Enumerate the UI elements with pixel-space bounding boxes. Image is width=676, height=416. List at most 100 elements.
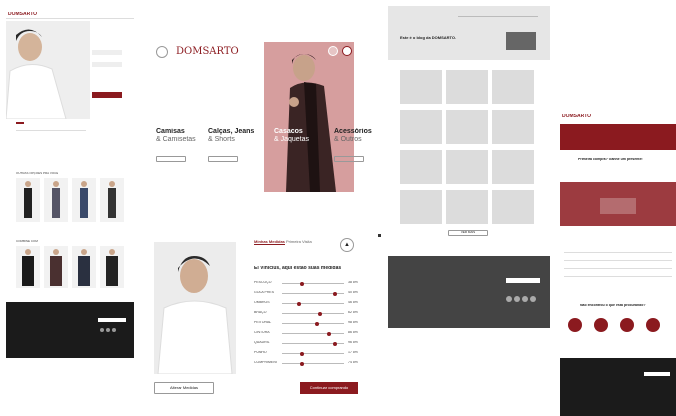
- blog-post-thumbnail[interactable]: [400, 110, 442, 144]
- blog-post-thumbnail[interactable]: [492, 150, 534, 184]
- tab-my-measures[interactable]: Minhas Medidas: [254, 240, 285, 246]
- social-icon[interactable]: [522, 296, 528, 302]
- accordion-row[interactable]: [564, 276, 672, 277]
- measure-photo[interactable]: [154, 242, 236, 375]
- menu-circle-icon[interactable]: [156, 46, 168, 58]
- product-model-image: [72, 178, 96, 222]
- profile-icon[interactable]: ▲: [340, 238, 354, 252]
- product-card[interactable]: [72, 178, 96, 222]
- measurement-value: 38 cm: [348, 281, 358, 284]
- search-icon[interactable]: [342, 46, 352, 56]
- social-icon[interactable]: [514, 296, 520, 302]
- measurement-slider[interactable]: [282, 281, 344, 286]
- chat-icon[interactable]: [594, 318, 608, 332]
- slider-handle[interactable]: [300, 361, 304, 366]
- category-button[interactable]: [334, 156, 364, 162]
- promo-banner[interactable]: [560, 182, 676, 226]
- measurement-label: PUNHO: [254, 351, 267, 354]
- logo[interactable]: DOMSARTO: [562, 114, 591, 120]
- measurement-slider[interactable]: [282, 321, 344, 326]
- category-button[interactable]: [156, 156, 186, 162]
- slider-handle[interactable]: [333, 341, 337, 346]
- product-card[interactable]: [100, 178, 124, 222]
- blog-post-thumbnail[interactable]: [446, 70, 488, 104]
- logo[interactable]: DOMSARTO: [8, 12, 37, 18]
- size-selector[interactable]: [92, 50, 122, 55]
- accordion-list: [564, 248, 672, 288]
- measurement-row[interactable]: BRAÇO 62 cm: [254, 310, 364, 318]
- measurement-row[interactable]: OMBROS 46 cm: [254, 300, 364, 308]
- social-icon[interactable]: [106, 328, 110, 332]
- category-item[interactable]: Calças, Jeans & Shorts: [208, 128, 260, 168]
- blog-post-thumbnail[interactable]: [492, 190, 534, 224]
- measurement-row[interactable]: GOLA PRES 40 cm: [254, 290, 364, 298]
- measurement-slider[interactable]: [282, 341, 344, 346]
- email-icon[interactable]: [646, 318, 660, 332]
- measurement-row[interactable]: COMPRIMENTO 74 cm: [254, 360, 364, 368]
- continue-shopping-button[interactable]: Continuar comprando: [300, 382, 358, 394]
- phone-icon[interactable]: [620, 318, 634, 332]
- accordion-row[interactable]: [564, 268, 672, 269]
- man-in-coat-photo: [264, 42, 354, 192]
- newsletter-input[interactable]: [98, 318, 126, 322]
- promo-form[interactable]: [600, 198, 636, 214]
- blog-hero-image[interactable]: [506, 32, 536, 50]
- slider-handle[interactable]: [300, 351, 304, 356]
- social-icon[interactable]: [100, 328, 104, 332]
- hero-photo-man-white-shirt[interactable]: [5, 21, 90, 120]
- blog-post-thumbnail[interactable]: [446, 190, 488, 224]
- blog-post-thumbnail[interactable]: [400, 190, 442, 224]
- product-card[interactable]: [44, 246, 68, 288]
- slider-handle[interactable]: [318, 311, 322, 316]
- newsletter-input[interactable]: [506, 278, 540, 283]
- tab-first-visit[interactable]: Primeira Visita: [286, 240, 312, 244]
- category-item[interactable]: Camisas & Camisetas: [156, 128, 208, 168]
- accordion-row[interactable]: [564, 260, 672, 261]
- slider-handle[interactable]: [300, 281, 304, 286]
- buy-button[interactable]: [92, 92, 122, 98]
- social-icon[interactable]: [112, 328, 116, 332]
- change-measures-button[interactable]: Alterar Medidas: [154, 382, 214, 394]
- blog-post-thumbnail[interactable]: [400, 150, 442, 184]
- product-card[interactable]: [16, 246, 40, 288]
- measurement-row[interactable]: QUADRIL 96 cm: [254, 340, 364, 348]
- category-button[interactable]: [208, 156, 238, 162]
- measurement-slider[interactable]: [282, 311, 344, 316]
- category-title: Acessórios: [334, 128, 372, 135]
- accordion-row[interactable]: [564, 252, 672, 253]
- measurement-row[interactable]: PUNHO 17 cm: [254, 350, 364, 358]
- category-item[interactable]: Acessórios & Outros: [334, 128, 372, 168]
- slider-handle[interactable]: [333, 291, 337, 296]
- continue-shopping-label: Continuar comprando: [309, 385, 349, 390]
- measurement-row[interactable]: PESCOÇO 38 cm: [254, 280, 364, 288]
- product-card[interactable]: [72, 246, 96, 288]
- measurement-row[interactable]: PEITORAL 98 cm: [254, 320, 364, 328]
- see-more-button[interactable]: VER MAIS: [448, 230, 488, 236]
- product-card[interactable]: [100, 246, 124, 288]
- slider-handle[interactable]: [315, 321, 319, 326]
- product-card[interactable]: [16, 178, 40, 222]
- social-icon[interactable]: [506, 296, 512, 302]
- hero-photo-coat[interactable]: [264, 42, 354, 192]
- measurement-slider[interactable]: [282, 301, 344, 306]
- slider-handle[interactable]: [327, 331, 331, 336]
- category-item[interactable]: Casacos & Jaquetas: [274, 128, 320, 168]
- measurement-slider[interactable]: [282, 331, 344, 336]
- product-card[interactable]: [44, 178, 68, 222]
- measurement-slider[interactable]: [282, 351, 344, 356]
- blog-post-thumbnail[interactable]: [446, 110, 488, 144]
- logo[interactable]: DOMSARTO: [176, 46, 239, 57]
- color-selector[interactable]: [92, 62, 122, 67]
- measurement-slider[interactable]: [282, 291, 344, 296]
- measurement-slider[interactable]: [282, 361, 344, 366]
- blog-post-thumbnail[interactable]: [446, 150, 488, 184]
- slider-handle[interactable]: [297, 301, 301, 306]
- blog-post-thumbnail[interactable]: [400, 70, 442, 104]
- social-icon[interactable]: [530, 296, 536, 302]
- blog-post-thumbnail[interactable]: [492, 110, 534, 144]
- newsletter-input[interactable]: [644, 372, 670, 376]
- favorite-icon[interactable]: [328, 46, 338, 56]
- blog-post-thumbnail[interactable]: [492, 70, 534, 104]
- measurement-row[interactable]: CINTURA 86 cm: [254, 330, 364, 338]
- location-icon[interactable]: [568, 318, 582, 332]
